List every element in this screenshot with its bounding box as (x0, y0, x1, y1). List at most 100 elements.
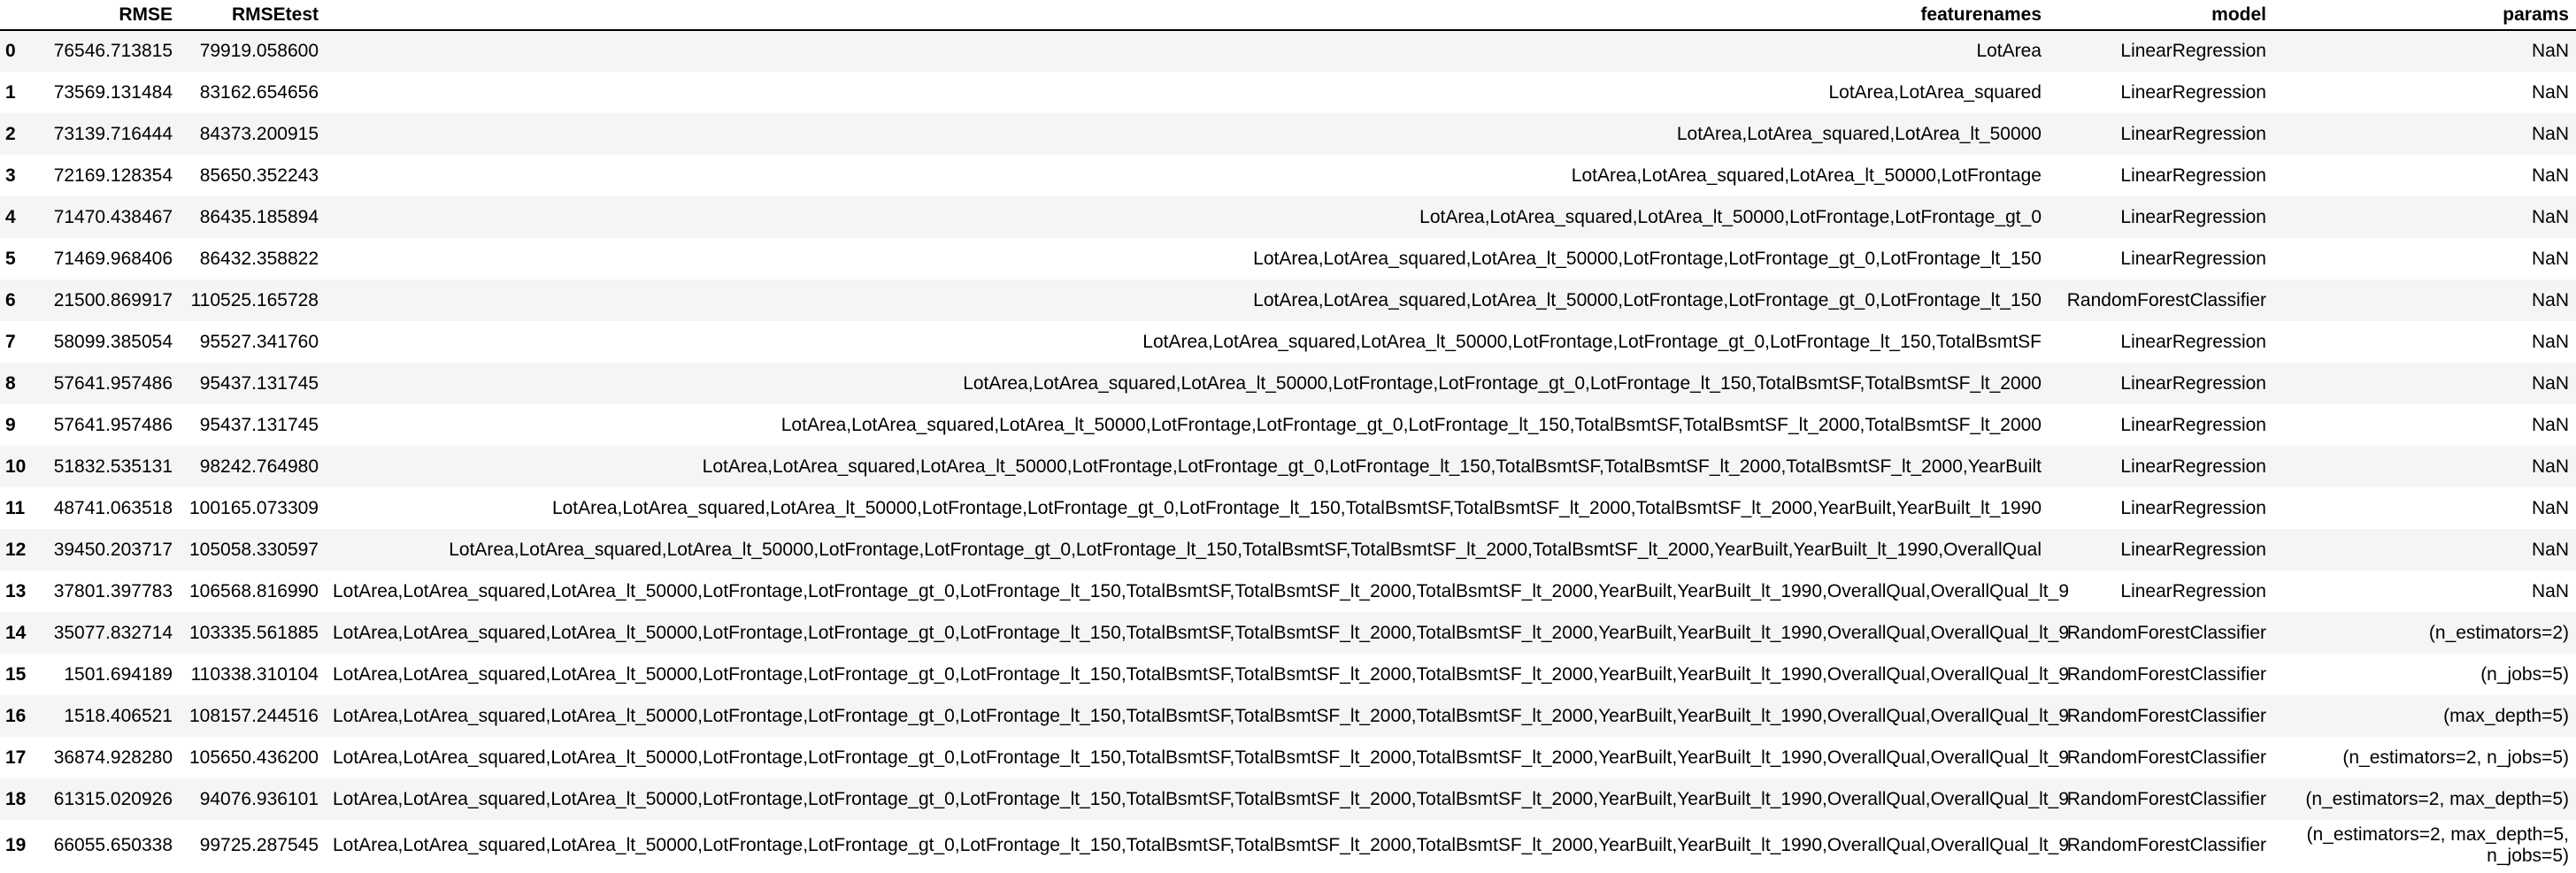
cell-featurenames: LotArea,LotArea_squared,LotArea_lt_50000… (1253, 248, 2042, 269)
table-row: 11 48741.063518 100165.073309 LotArea,LotAr… (0, 487, 2576, 529)
cell-rmse: 58099.385054 (53, 331, 173, 352)
cell-params: NaN (2531, 289, 2569, 310)
cell-params: NaN (2531, 580, 2569, 601)
cell-featurenames: LotArea,LotArea_squared,LotArea_lt_50000… (702, 456, 2042, 477)
table-row: 15 1501.694189 110338.310104 LotArea,LotAre… (0, 654, 2576, 695)
table-row: 8 57641.957486 95437.131745 LotArea,LotArea… (0, 363, 2576, 404)
header-rmsetest: RMSEtest (180, 0, 326, 31)
row-index: 5 (5, 248, 16, 269)
cell-rmsetest: 84373.200915 (199, 123, 319, 144)
cell-params: NaN (2531, 248, 2569, 269)
cell-model: RandomForestClassifier (2066, 622, 2266, 643)
row-index: 3 (5, 165, 16, 186)
cell-rmse: 72169.128354 (53, 165, 173, 186)
cell-rmsetest: 105058.330597 (189, 539, 319, 560)
table-row: 6 21500.869917 110525.165728 LotArea,LotAre… (0, 280, 2576, 321)
cell-rmsetest: 99725.287545 (199, 835, 319, 855)
cell-params: NaN (2531, 123, 2569, 144)
cell-featurenames: LotArea (1976, 41, 2042, 61)
cell-featurenames: LotArea,LotArea_squared,LotArea_lt_50000… (1419, 206, 2042, 227)
cell-model: RandomForestClassifier (2066, 705, 2266, 726)
cell-rmsetest: 79919.058600 (199, 41, 319, 61)
cell-rmsetest: 105650.436200 (189, 747, 319, 768)
cell-model: LinearRegression (2120, 41, 2266, 61)
cell-rmse: 51832.535131 (53, 456, 173, 477)
cell-model: LinearRegression (2120, 331, 2266, 352)
cell-featurenames: LotArea,LotArea_squared,LotArea_lt_50000 (1676, 123, 2042, 144)
cell-rmse: 1501.694189 (64, 663, 173, 685)
cell-model: LinearRegression (2120, 165, 2266, 186)
cell-model: LinearRegression (2120, 580, 2266, 601)
cell-featurenames: LotArea,LotArea_squared (1828, 81, 2042, 103)
cell-params: NaN (2531, 497, 2569, 518)
cell-params: (n_estimators=2) (2428, 622, 2569, 643)
row-index: 19 (5, 835, 27, 855)
table-row: 4 71470.438467 86435.185894 LotArea,LotArea… (0, 196, 2576, 238)
cell-featurenames: LotArea,LotArea_squared,LotArea_lt_50000… (1571, 165, 2042, 186)
row-index: 8 (5, 372, 16, 394)
cell-rmsetest: 86432.358822 (199, 248, 319, 269)
cell-rmsetest: 83162.654656 (199, 81, 319, 103)
table-row: 17 36874.928280 105650.436200 LotArea,LotAr… (0, 737, 2576, 778)
table-row: 19 66055.650338 99725.287545 LotArea,LotAre… (0, 820, 2576, 871)
row-index: 6 (5, 289, 16, 310)
table-row: 0 76546.713815 79919.058600 LotArea LinearRe… (0, 30, 2576, 72)
header-row: RMSE RMSEtest featurenames model params (0, 0, 2576, 31)
header-params: params (2273, 0, 2576, 31)
cell-rmsetest: 103335.561885 (189, 622, 319, 643)
row-index: 13 (5, 580, 27, 601)
cell-model: LinearRegression (2120, 248, 2266, 269)
cell-params: (max_depth=5) (2443, 705, 2569, 726)
cell-featurenames: LotArea,LotArea_squared,LotArea_lt_50000… (1142, 331, 2042, 352)
cell-model: LinearRegression (2120, 456, 2266, 477)
cell-featurenames: LotArea,LotArea_squared,LotArea_lt_50000… (333, 622, 2070, 643)
cell-featurenames: LotArea,LotArea_squared,LotArea_lt_50000… (333, 747, 2070, 768)
cell-model: LinearRegression (2120, 539, 2266, 560)
table-row: 13 37801.397783 106568.816990 LotArea,LotAr… (0, 571, 2576, 612)
cell-params: NaN (2531, 372, 2569, 394)
cell-rmse: 21500.869917 (53, 289, 173, 310)
cell-rmse: 48741.063518 (53, 497, 173, 518)
cell-featurenames: LotArea,LotArea_squared,LotArea_lt_50000… (333, 788, 2070, 809)
cell-model: LinearRegression (2120, 206, 2266, 227)
table-row: 1 73569.131484 83162.654656 LotArea,LotArea… (0, 72, 2576, 113)
cell-params: (n_estimators=2, max_depth=5, n_jobs=5) (2306, 824, 2569, 866)
cell-rmse: 61315.020926 (53, 788, 173, 809)
cell-rmsetest: 108157.244516 (189, 705, 319, 726)
table-body: 0 76546.713815 79919.058600 LotArea LinearRe… (0, 30, 2576, 871)
cell-featurenames: LotArea,LotArea_squared,LotArea_lt_50000… (333, 663, 2070, 685)
cell-rmsetest: 106568.816990 (189, 580, 319, 601)
row-index: 0 (5, 41, 16, 61)
cell-rmse: 76546.713815 (53, 41, 173, 61)
cell-featurenames: LotArea,LotArea_squared,LotArea_lt_50000… (780, 414, 2042, 435)
table-row: 3 72169.128354 85650.352243 LotArea,LotArea… (0, 155, 2576, 196)
row-index: 12 (5, 539, 27, 560)
row-index: 17 (5, 747, 27, 768)
cell-featurenames: LotArea,LotArea_squared,LotArea_lt_50000… (1253, 289, 2042, 310)
cell-featurenames: LotArea,LotArea_squared,LotArea_lt_50000… (333, 705, 2070, 726)
table-header: RMSE RMSEtest featurenames model params (0, 0, 2576, 31)
cell-rmsetest: 86435.185894 (199, 206, 319, 227)
cell-rmsetest: 95527.341760 (199, 331, 319, 352)
cell-rmsetest: 100165.073309 (189, 497, 319, 518)
cell-model: LinearRegression (2120, 81, 2266, 103)
cell-rmse: 57641.957486 (53, 372, 173, 394)
row-index: 4 (5, 206, 16, 227)
cell-rmse: 73569.131484 (53, 81, 173, 103)
cell-rmse: 1518.406521 (64, 705, 173, 726)
cell-params: NaN (2531, 81, 2569, 103)
cell-rmsetest: 85650.352243 (199, 165, 319, 186)
row-index: 1 (5, 81, 16, 103)
cell-model: RandomForestClassifier (2066, 788, 2266, 809)
cell-model: RandomForestClassifier (2066, 289, 2266, 310)
cell-params: NaN (2531, 206, 2569, 227)
cell-model: RandomForestClassifier (2066, 835, 2266, 855)
table-row: 10 51832.535131 98242.764980 LotArea,LotAre… (0, 446, 2576, 487)
cell-model: RandomForestClassifier (2066, 663, 2266, 685)
table-row: 5 71469.968406 86432.358822 LotArea,LotArea… (0, 238, 2576, 280)
cell-params: (n_jobs=5) (2480, 663, 2569, 685)
cell-params: (n_estimators=2, max_depth=5) (2305, 788, 2569, 809)
table-row: 12 39450.203717 105058.330597 LotArea,LotAr… (0, 529, 2576, 571)
row-index: 14 (5, 622, 27, 643)
row-index: 2 (5, 123, 16, 144)
